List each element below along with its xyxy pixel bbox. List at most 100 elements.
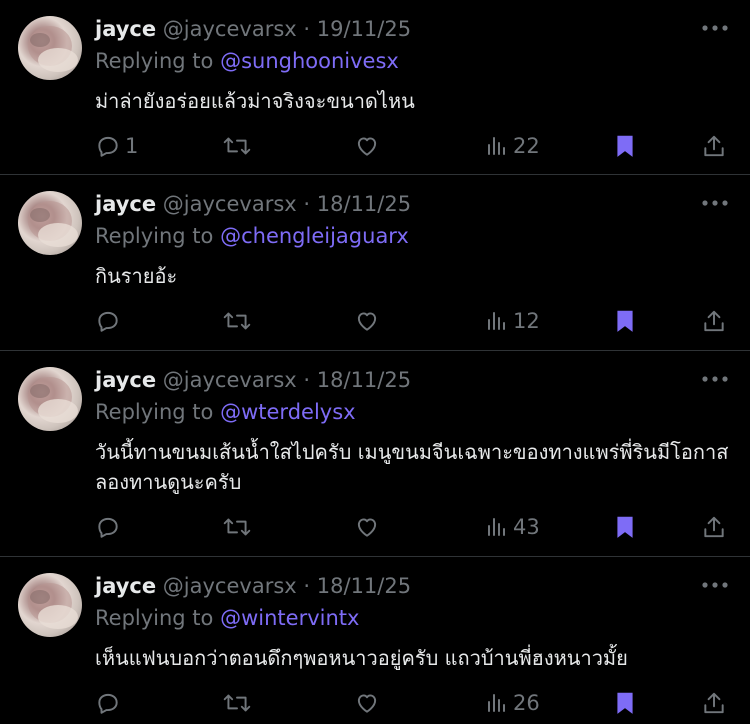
replying-to-label: Replying to [95, 49, 214, 73]
separator-dot: · [303, 574, 311, 598]
action-bar: 12 [0, 306, 750, 336]
heart-icon [357, 518, 377, 537]
views-icon [488, 694, 505, 712]
views-button[interactable]: 43 [485, 512, 540, 542]
replying-to-label: Replying to [95, 606, 214, 630]
replying-to-label: Replying to [95, 224, 214, 248]
bookmark-button[interactable] [612, 688, 638, 718]
tweet-header: jayce @jaycevarsx · 18/11/25 [95, 189, 411, 219]
share-button[interactable] [701, 131, 727, 161]
views-count: 22 [513, 134, 540, 158]
like-button[interactable] [354, 306, 380, 336]
tweet-text: ม่าล่ายังอร่อยแล้วม่าจริงจะขนาดไหน [95, 89, 415, 113]
like-button[interactable] [354, 688, 380, 718]
tweet[interactable]: jayce @jaycevarsx · 19/11/25 Replying to… [0, 0, 750, 175]
tweet-date[interactable]: 18/11/25 [317, 368, 411, 392]
views-icon [488, 312, 505, 330]
tweet[interactable]: jayce @jaycevarsx · 18/11/25 Replying to… [0, 557, 750, 724]
reply-icon [98, 136, 118, 157]
retweet-icon [223, 694, 251, 712]
tweet-text: เห็นแฟนบอกว่าตอนดึกๆพอหนาวอยู่ครับ แถวบ้… [95, 646, 628, 670]
tweet[interactable]: jayce @jaycevarsx · 18/11/25 Replying to… [0, 351, 750, 557]
tweet-header: jayce @jaycevarsx · 18/11/25 [95, 365, 411, 395]
bookmark-icon [617, 310, 633, 332]
mention-link[interactable]: @chengleijaguarx [220, 224, 409, 248]
tweet-header: jayce @jaycevarsx · 18/11/25 [95, 571, 411, 601]
share-button[interactable] [701, 306, 727, 336]
action-bar: 43 [0, 512, 750, 542]
heart-icon [357, 694, 377, 713]
more-icon[interactable] [700, 371, 730, 385]
reply-button[interactable] [95, 306, 125, 336]
tweet-text: วันนี้ทานขนมเส้นน้ำใสไปครับ เมนูขนมจีนเฉ… [95, 440, 729, 494]
action-bar: 1 22 [0, 131, 750, 161]
retweet-icon [223, 518, 251, 536]
mention-link[interactable]: @wterdelysx [220, 400, 355, 424]
reply-icon [98, 311, 118, 332]
replying-to: Replying to @sunghoonivesx [95, 46, 399, 76]
user-handle[interactable]: @jaycevarsx [163, 192, 297, 216]
reply-button[interactable] [95, 512, 125, 542]
reply-icon [98, 517, 118, 538]
retweet-button[interactable] [222, 306, 252, 336]
user-handle[interactable]: @jaycevarsx [163, 368, 297, 392]
avatar[interactable] [18, 191, 82, 255]
replying-to: Replying to @wterdelysx [95, 397, 356, 427]
views-button[interactable]: 26 [485, 688, 540, 718]
more-icon[interactable] [700, 20, 730, 34]
reply-button[interactable]: 1 [95, 131, 138, 161]
separator-dot: · [303, 17, 311, 41]
tweet-date[interactable]: 18/11/25 [317, 192, 411, 216]
views-button[interactable]: 12 [485, 306, 540, 336]
views-icon [488, 518, 505, 536]
retweet-icon [223, 137, 251, 155]
heart-icon [357, 137, 377, 156]
retweet-icon [223, 312, 251, 330]
display-name[interactable]: jayce [95, 17, 156, 41]
user-handle[interactable]: @jaycevarsx [163, 574, 297, 598]
more-icon[interactable] [700, 195, 730, 209]
retweet-button[interactable] [222, 131, 252, 161]
mention-link[interactable]: @wintervintx [220, 606, 359, 630]
separator-dot: · [303, 192, 311, 216]
tweet-date[interactable]: 19/11/25 [317, 17, 411, 41]
separator-dot: · [303, 368, 311, 392]
reply-feed: jayce @jaycevarsx · 19/11/25 Replying to… [0, 0, 750, 724]
avatar[interactable] [18, 573, 82, 637]
heart-icon [357, 312, 377, 331]
tweet-text: กินรายอ้ะ [95, 264, 178, 288]
share-button[interactable] [701, 512, 727, 542]
bookmark-button[interactable] [612, 131, 638, 161]
display-name[interactable]: jayce [95, 574, 156, 598]
mention-link[interactable]: @sunghoonivesx [220, 49, 399, 73]
bookmark-icon [617, 135, 633, 157]
reply-count: 1 [125, 134, 139, 158]
bookmark-button[interactable] [612, 512, 638, 542]
tweet-date[interactable]: 18/11/25 [317, 574, 411, 598]
action-bar: 26 [0, 688, 750, 718]
bookmark-icon [617, 516, 633, 538]
share-button[interactable] [701, 688, 727, 718]
retweet-button[interactable] [222, 688, 252, 718]
like-button[interactable] [354, 131, 380, 161]
avatar[interactable] [18, 16, 82, 80]
views-count: 43 [513, 515, 540, 539]
replying-to: Replying to @wintervintx [95, 603, 359, 633]
views-icon [488, 137, 505, 155]
display-name[interactable]: jayce [95, 192, 156, 216]
tweet[interactable]: jayce @jaycevarsx · 18/11/25 Replying to… [0, 175, 750, 351]
avatar[interactable] [18, 367, 82, 431]
display-name[interactable]: jayce [95, 368, 156, 392]
views-count: 12 [513, 309, 540, 333]
replying-to-label: Replying to [95, 400, 214, 424]
bookmark-button[interactable] [612, 306, 638, 336]
share-icon [704, 516, 724, 538]
like-button[interactable] [354, 512, 380, 542]
user-handle[interactable]: @jaycevarsx [163, 17, 297, 41]
more-icon[interactable] [700, 577, 730, 591]
reply-button[interactable] [95, 688, 125, 718]
views-button[interactable]: 22 [485, 131, 540, 161]
retweet-button[interactable] [222, 512, 252, 542]
views-count: 26 [513, 691, 540, 715]
bookmark-icon [617, 692, 633, 714]
